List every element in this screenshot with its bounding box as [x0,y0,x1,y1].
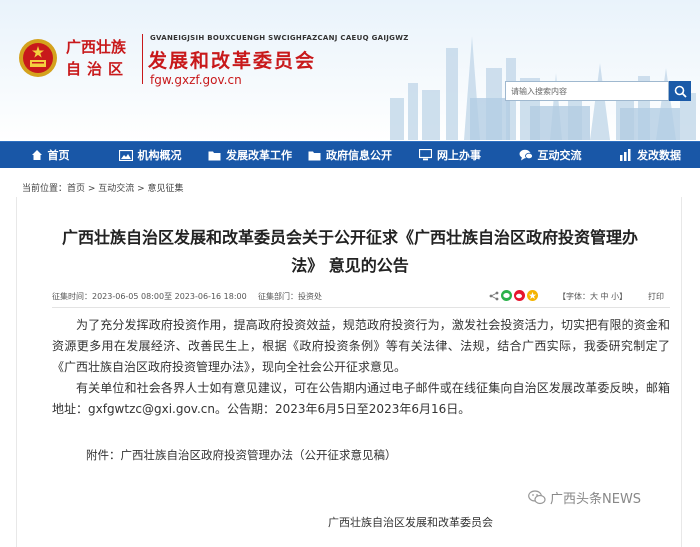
wechat-icon [528,490,546,505]
article-meta: 征集时间：2023-06-05 08:00至 2023-06-16 18:00 … [52,290,670,303]
region-name-line1: 广西壮族 [66,38,127,56]
issuer-signature: 广西壮族自治区发展和改革委员会 [328,516,493,529]
site-header: 广西壮族 自治区 GVANEIGJSIH BOUXCUENGH SWCIGHFA… [0,0,700,142]
nav-item-label: 发展改革工作 [226,149,292,162]
nav-item-reform-work[interactable]: 发展改革工作 [200,142,300,168]
nav-item-info-disclosure[interactable]: 政府信息公开 [300,142,400,168]
monitor-icon [419,149,432,161]
nav-item-interaction[interactable]: 互动交流 [500,142,600,168]
attachment-link[interactable]: 附件：广西壮族自治区政府投资管理办法（公开征求意见稿） [86,447,397,463]
share-icon[interactable] [489,291,499,301]
nav-item-about[interactable]: 机构概况 [100,142,200,168]
solicitation-department: 征集部门：投资处 [258,292,322,301]
watermark-text: 广西头条NEWS [550,492,642,507]
folder-icon [308,151,321,160]
nav-item-online-service[interactable]: 网上办事 [400,142,500,168]
weibo-share-icon[interactable] [514,290,525,301]
search-button[interactable] [669,81,691,101]
breadcrumb: 当前位置：首页 > 互动交流 > 意见征集 [22,184,184,194]
nav-item-label: 政府信息公开 [326,149,392,162]
qzone-share-icon[interactable] [527,290,538,301]
article-paragraph: 有关单位和社会各界人士如有意见建议，可在公告期内通过电子邮件或在线征集向自治区发… [52,381,670,416]
picture-icon [118,149,133,161]
search-icon [674,85,687,98]
main-nav: 首页 机构概况 发展改革工作 政府信息公开 网上办事 互动交流 发改数据 [0,141,700,168]
nav-item-home[interactable]: 首页 [0,142,100,168]
search-input[interactable]: 请输入搜索内容 [505,81,669,101]
watermark: 广西头条NEWS [528,488,641,507]
chat-icon [519,149,533,161]
nav-item-data[interactable]: 发改数据 [600,142,700,168]
nav-item-label: 首页 [47,149,70,162]
folder-icon [208,151,221,160]
wechat-share-icon[interactable] [501,290,512,301]
zhuang-org-name: GVANEIGJSIH BOUXCUENGH SWCIGHFAZCANJ CAE… [150,34,409,42]
article-title: 广西壮族自治区发展和改革委员会关于公开征求《广西壮族自治区政府投资管理办 法》 … [30,224,670,280]
meta-divider [52,307,670,308]
print-link[interactable]: 打印 [648,291,664,302]
national-emblem-icon [19,39,57,77]
solicitation-period: 征集时间：2023-06-05 08:00至 2023-06-16 18:00 [52,292,247,301]
region-name: 广西壮族 自治区 [66,36,138,80]
nav-item-label: 互动交流 [537,149,582,162]
share-bar [489,290,538,301]
site-domain: fgw.gxzf.gov.cn [150,73,242,87]
nav-item-label: 机构概况 [137,149,182,162]
org-name: 发展和改革委员会 [148,50,317,72]
article-title-line1: 广西壮族自治区发展和改革委员会关于公开征求《广西壮族自治区政府投资管理办 [61,228,638,247]
bar-chart-icon [620,149,631,161]
nav-item-label: 网上办事 [437,149,481,162]
header-divider [142,34,143,84]
article-title-line2: 法》 意见的公告 [291,256,409,275]
nav-item-label: 发改数据 [637,149,681,162]
home-icon [31,150,42,160]
article-paragraph: 为了充分发挥政府投资作用，提高政府投资效益，规范政府投资行为，激发社会投资活力，… [52,318,670,374]
font-size-selector[interactable]: 【字体：大 中 小】 [558,291,627,302]
article-body: 为了充分发挥政府投资作用，提高政府投资效益，规范政府投资行为，激发社会投资活力，… [52,315,670,420]
region-name-line2: 自治区 [66,60,130,78]
